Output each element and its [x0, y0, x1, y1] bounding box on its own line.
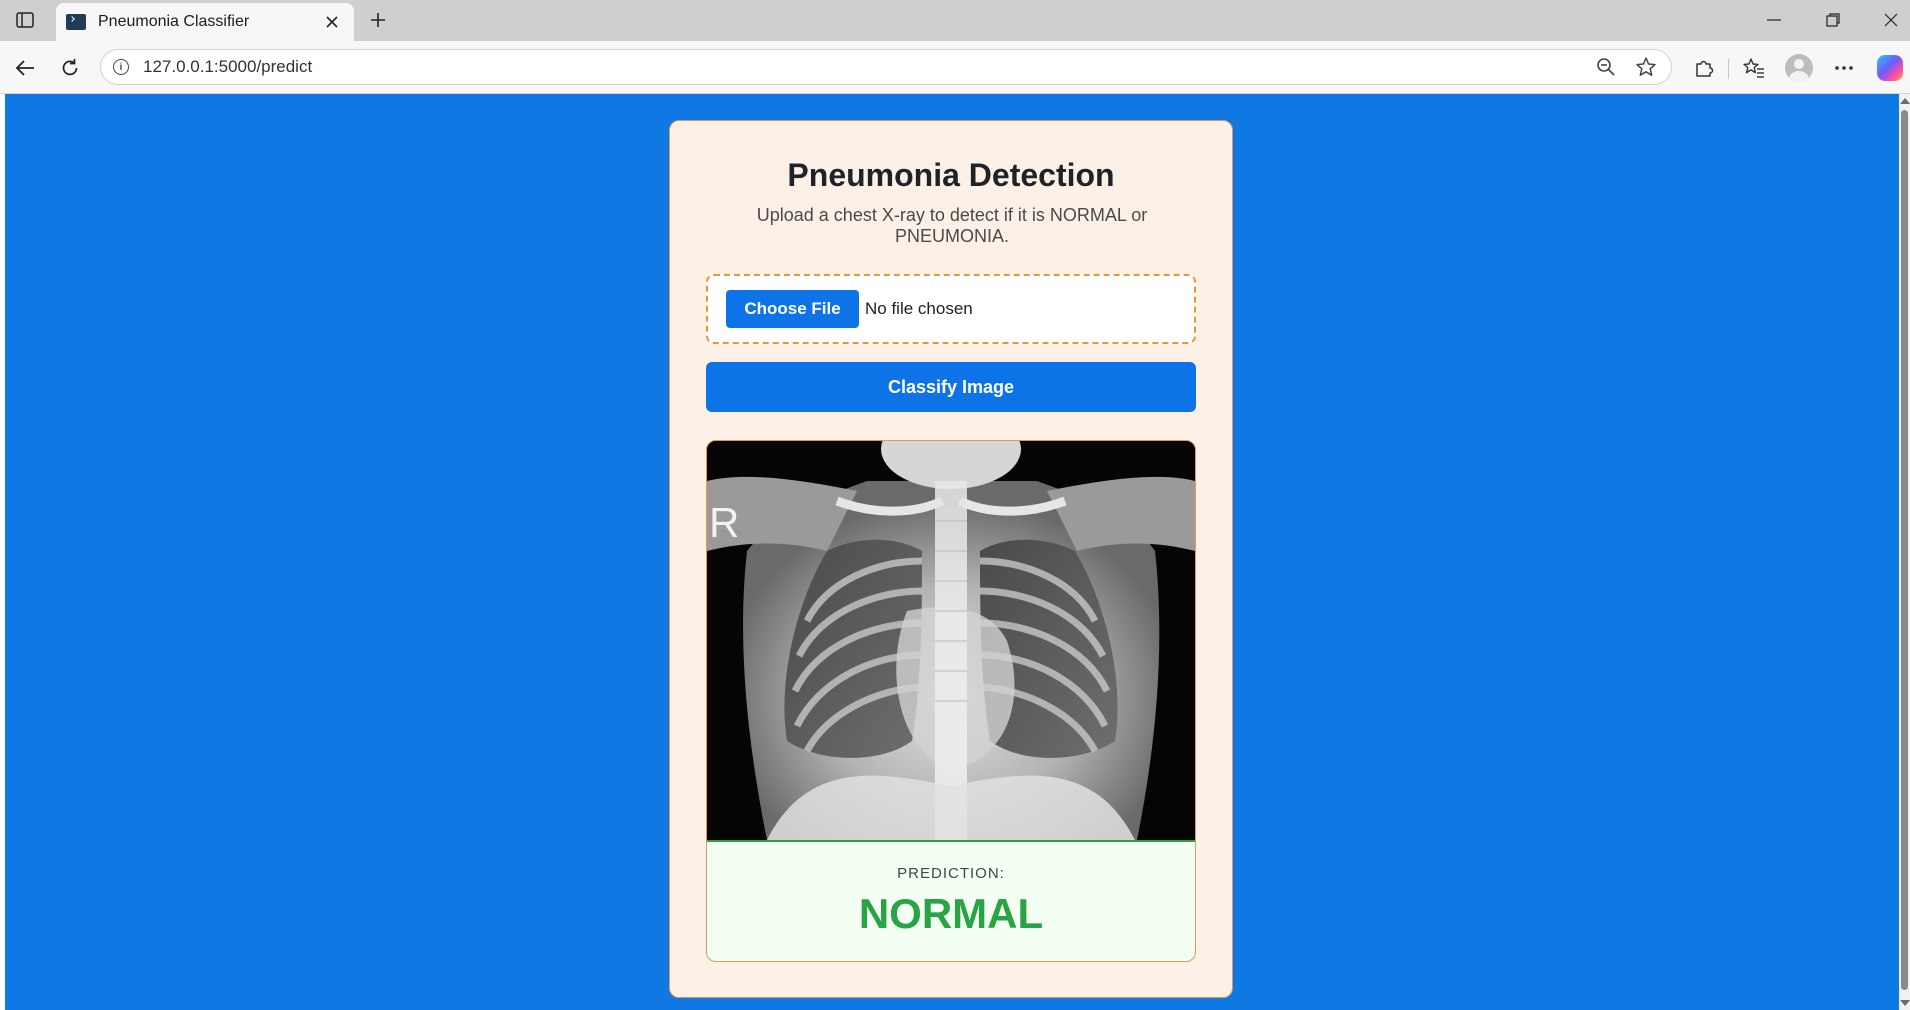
info-icon[interactable]: i — [113, 59, 129, 75]
minimize-icon[interactable] — [1752, 6, 1796, 34]
zoom-out-icon[interactable] — [1591, 52, 1621, 82]
avatar — [1785, 54, 1813, 82]
terminal-favicon-icon — [66, 14, 86, 30]
file-upload-zone[interactable]: Choose File No file chosen — [706, 274, 1196, 344]
xray-side-marker: R — [709, 499, 740, 546]
page-title: Pneumonia Detection — [787, 157, 1115, 193]
restore-icon[interactable] — [1811, 6, 1855, 34]
tab-pneumonia-classifier[interactable]: Pneumonia Classifier — [56, 3, 354, 41]
refresh-icon[interactable] — [54, 52, 86, 84]
prediction-value: NORMAL — [858, 890, 1044, 937]
file-status-text: No file chosen — [865, 299, 973, 318]
classifier-card: Pneumonia Detection Upload a chest X-ray… — [669, 120, 1233, 998]
tab-strip: Pneumonia Classifier — [0, 0, 1910, 41]
copilot-icon[interactable] — [1874, 52, 1906, 84]
url-text[interactable]: 127.0.0.1:5000/predict — [143, 57, 1591, 77]
classify-image-button[interactable]: Classify Image — [706, 362, 1196, 412]
scroll-down-arrow-icon[interactable] — [1900, 1000, 1910, 1006]
favorites-icon[interactable] — [1738, 52, 1770, 84]
prediction-label: PREDICTION: — [897, 865, 1005, 882]
close-tab-icon[interactable] — [320, 10, 344, 34]
choose-file-button[interactable]: Choose File — [726, 290, 859, 328]
scroll-thumb[interactable] — [1901, 110, 1908, 990]
close-window-icon[interactable] — [1869, 6, 1910, 34]
url-field[interactable]: i 127.0.0.1:5000/predict — [100, 49, 1672, 85]
result-panel: R PREDICTION: NORMAL — [706, 440, 1196, 962]
page-subtitle: Upload a chest X-ray to detect if it is … — [756, 205, 1148, 246]
back-arrow-icon[interactable] — [9, 52, 41, 84]
puzzle-icon[interactable] — [1688, 52, 1720, 84]
chest-xray-image: R — [707, 441, 1195, 840]
profile-button[interactable] — [1783, 52, 1815, 84]
star-icon[interactable] — [1631, 52, 1661, 82]
result-divider — [707, 840, 1195, 842]
tab-actions-icon[interactable] — [10, 6, 40, 34]
toolbar-divider — [1728, 59, 1729, 79]
new-tab-plus-icon[interactable] — [364, 6, 392, 34]
scroll-up-arrow-icon[interactable] — [1900, 98, 1910, 104]
tab-title: Pneumonia Classifier — [98, 13, 250, 30]
page-viewport: Pneumonia Detection Upload a chest X-ray… — [5, 94, 1899, 1010]
copilot-logo — [1877, 55, 1903, 81]
more-icon[interactable] — [1828, 52, 1860, 84]
page-scrollbar[interactable] — [1899, 94, 1910, 1010]
address-bar-row: i 127.0.0.1:5000/predict — [0, 41, 1910, 94]
